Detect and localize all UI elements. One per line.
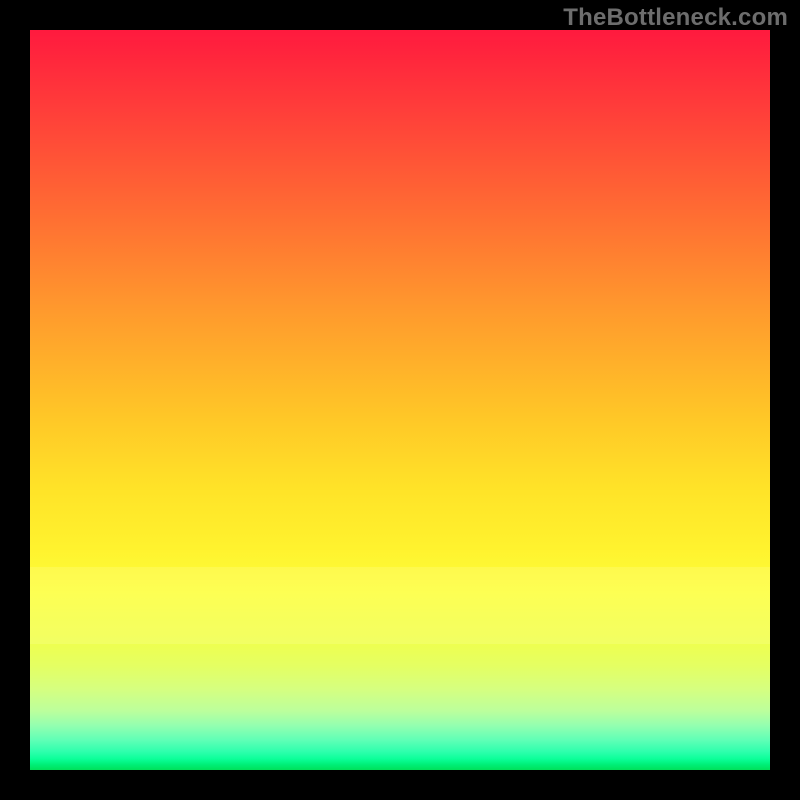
- highlight-band: [30, 567, 770, 645]
- plot-area: [30, 30, 770, 770]
- watermark-text: TheBottleneck.com: [563, 4, 788, 32]
- chart-frame: TheBottleneck.com: [0, 0, 800, 800]
- gradient-background: [30, 30, 770, 770]
